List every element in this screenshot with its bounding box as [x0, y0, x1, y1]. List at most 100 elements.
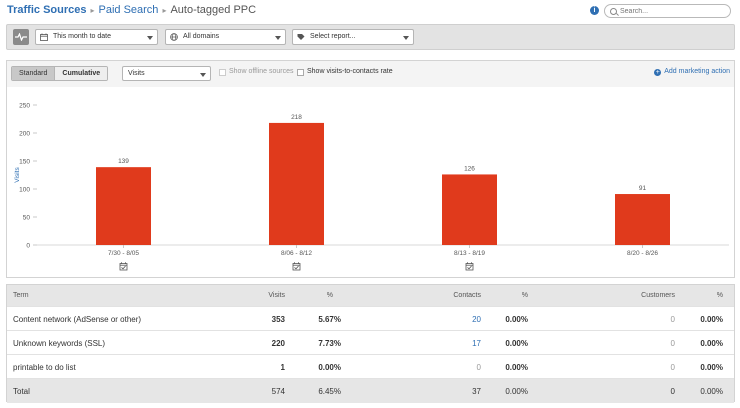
add-marketing-action-label: Add marketing action: [664, 68, 730, 75]
total-visits-pct: 6.45%: [318, 387, 341, 396]
row-term[interactable]: Content network (AdSense or other): [13, 315, 141, 324]
visits-bar-chart: 0 50 100 150 200 250 Visits 139 7/30 - 8/05 218 8/…: [14, 103, 729, 271]
row-term[interactable]: printable to do list: [13, 363, 76, 372]
row-contacts-pct: 0.00%: [505, 363, 528, 372]
info-icon[interactable]: i: [590, 6, 599, 15]
table-row: Content network (AdSense or other) 353 5…: [7, 307, 734, 331]
header-customers-pct[interactable]: %: [717, 292, 723, 299]
row-contacts[interactable]: 17: [472, 339, 481, 348]
top-bar: Traffic Sources ▸ Paid Search ▸ Auto-tagged …: [0, 0, 740, 22]
row-visits-pct: 5.67%: [318, 315, 341, 324]
y-tick-label: 100: [19, 187, 30, 194]
chart-controls: Standard Cumulative Visits Show offline …: [7, 61, 734, 87]
bar-value-label: 218: [291, 114, 302, 121]
bar: [96, 167, 151, 245]
total-visits: 574: [271, 387, 285, 396]
domains-value: All domains: [183, 33, 220, 40]
date-range-select[interactable]: This month to date: [35, 29, 158, 45]
row-visits: 1: [280, 363, 285, 372]
date-range-value: This month to date: [53, 33, 111, 40]
total-contacts: 37: [472, 387, 481, 396]
y-axis-label: Visits: [14, 167, 21, 183]
x-tick-label: 8/20 - 8/26: [627, 250, 658, 257]
bar-value-label: 91: [639, 185, 647, 192]
y-tick-label: 0: [26, 243, 30, 250]
sparkline-toggle-button[interactable]: [13, 29, 29, 45]
header-term[interactable]: Term: [13, 292, 29, 299]
row-visits-pct: 7.73%: [318, 339, 341, 348]
domains-select[interactable]: All domains: [165, 29, 286, 45]
calendar-icon: [40, 33, 48, 41]
row-term[interactable]: Unknown keywords (SSL): [13, 339, 105, 348]
bar-value-label: 126: [464, 165, 475, 172]
pulse-icon: [15, 33, 27, 41]
offline-sources-label: Show offline sources: [229, 68, 294, 75]
search-input[interactable]: [620, 6, 728, 16]
breadcrumb-traffic-sources[interactable]: Traffic Sources: [7, 4, 86, 16]
report-icon: [297, 34, 305, 40]
header-contacts[interactable]: Contacts: [453, 292, 481, 299]
x-tick-label: 8/13 - 8/19: [454, 250, 485, 257]
row-customers-pct: 0.00%: [700, 363, 723, 372]
y-tick-label: 50: [23, 215, 31, 222]
chevron-down-icon: [147, 36, 153, 40]
contacts-rate-label: Show visits-to-contacts rate: [307, 68, 393, 75]
add-marketing-action-link[interactable]: + Add marketing action: [654, 68, 730, 76]
x-tick-label: 7/30 - 8/05: [108, 250, 139, 257]
row-customers-pct: 0.00%: [700, 339, 723, 348]
header-visits[interactable]: Visits: [268, 292, 285, 299]
contacts-rate-checkbox[interactable]: [297, 69, 304, 76]
row-visits-pct: 0.00%: [318, 363, 341, 372]
row-visits: 353: [271, 315, 285, 324]
report-select[interactable]: Select report...: [292, 29, 414, 45]
search-box[interactable]: [604, 4, 731, 18]
row-visits: 220: [271, 339, 285, 348]
row-contacts-pct: 0.00%: [505, 339, 528, 348]
total-term: Total: [13, 387, 30, 396]
bar: [269, 122, 324, 245]
y-tick-label: 150: [19, 159, 30, 166]
metric-value: Visits: [128, 70, 145, 77]
row-contacts: 0: [476, 363, 481, 372]
offline-sources-checkbox[interactable]: [219, 69, 226, 76]
table-header-row: Term Visits % Contacts % Customers %: [7, 285, 734, 307]
chevron-down-icon: [200, 73, 206, 77]
y-tick-label: 250: [19, 103, 30, 110]
table-total-row: Total 574 6.45% 37 0.00% 0 0.00%: [7, 379, 734, 403]
breadcrumb-separator-icon: ▸: [162, 6, 167, 15]
standard-button[interactable]: Standard: [12, 67, 55, 80]
chart-panel: Standard Cumulative Visits Show offline …: [6, 60, 735, 278]
calendar-check-icon[interactable]: [465, 262, 474, 271]
header-customers[interactable]: Customers: [641, 292, 675, 299]
calendar-check-icon[interactable]: [119, 262, 128, 271]
table-row: printable to do list 1 0.00% 0 0.00% 0 0…: [7, 355, 734, 379]
terms-table: Term Visits % Contacts % Customers % Con…: [6, 284, 735, 403]
view-mode-toggle: Standard Cumulative: [11, 66, 109, 81]
calendar-check-icon[interactable]: [292, 262, 301, 271]
total-customers: 0: [670, 387, 675, 396]
breadcrumb-paid-search[interactable]: Paid Search: [99, 4, 159, 16]
header-contacts-pct[interactable]: %: [522, 292, 528, 299]
globe-icon: [170, 33, 178, 41]
total-customers-pct: 0.00%: [700, 387, 723, 396]
metric-select[interactable]: Visits: [122, 66, 211, 81]
row-contacts[interactable]: 20: [472, 315, 481, 324]
chevron-down-icon: [275, 36, 281, 40]
search-icon: [610, 8, 617, 15]
y-tick-label: 200: [19, 131, 30, 138]
report-value: Select report...: [310, 33, 356, 40]
table-row: Unknown keywords (SSL) 220 7.73% 17 0.00…: [7, 331, 734, 355]
bar-value-label: 139: [118, 158, 129, 165]
header-visits-pct[interactable]: %: [327, 292, 333, 299]
cumulative-button[interactable]: Cumulative: [54, 67, 108, 80]
bar: [615, 194, 670, 245]
plus-circle-icon: +: [654, 69, 662, 76]
row-customers: 0: [670, 363, 675, 372]
total-contacts-pct: 0.00%: [505, 387, 528, 396]
page-title: Auto-tagged PPC: [170, 4, 257, 16]
row-customers-pct: 0.00%: [700, 315, 723, 324]
filter-bar: This month to date All domains Select re…: [6, 24, 735, 50]
row-contacts-pct: 0.00%: [505, 315, 528, 324]
row-customers: 0: [670, 315, 675, 324]
row-customers: 0: [670, 339, 675, 348]
